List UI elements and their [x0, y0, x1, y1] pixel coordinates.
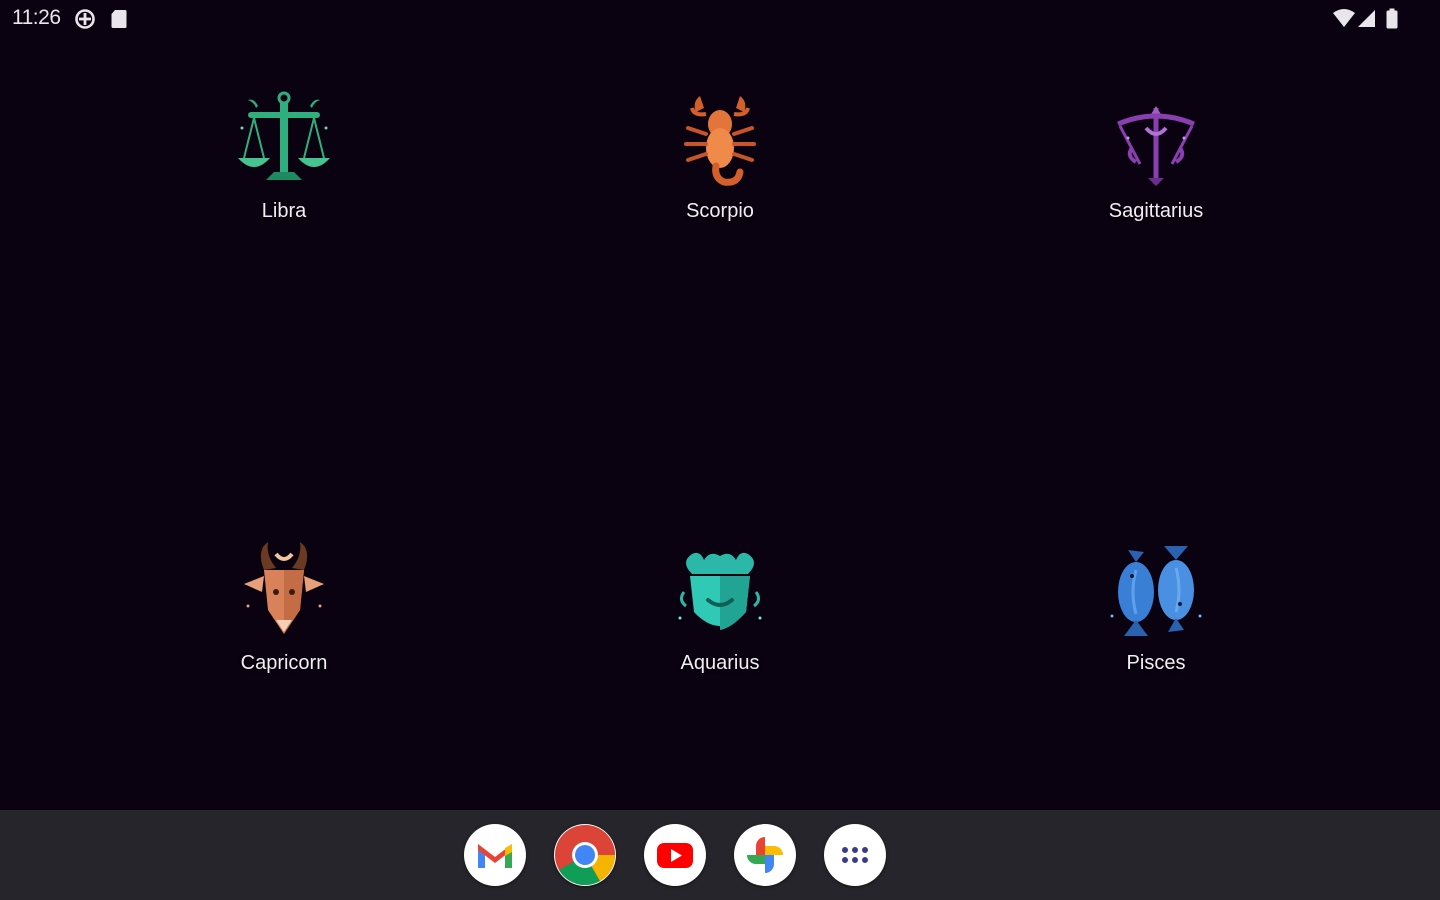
cell-signal-icon [1357, 8, 1377, 35]
app-label: Pisces [1126, 652, 1186, 674]
app-label: Libra [261, 200, 307, 222]
app-drawer-icon[interactable] [824, 824, 886, 886]
status-bar: 11:26 [0, 0, 1440, 40]
home-screen: 11:26 Libra Scorpio Sagittarius Capricor… [0, 0, 1440, 900]
data-saver-icon [74, 8, 96, 35]
status-time: 11:26 [12, 6, 61, 29]
app-pisces[interactable]: Pisces [1056, 540, 1256, 690]
capricorn-goat-icon [234, 540, 334, 640]
aquarius-icon [670, 540, 770, 640]
app-label: Capricorn [240, 652, 328, 674]
sagittarius-bow-icon [1106, 88, 1206, 188]
app-sagittarius[interactable]: Sagittarius [1056, 88, 1256, 238]
libra-scales-icon [234, 88, 334, 188]
app-label: Sagittarius [1108, 200, 1204, 222]
app-label: Scorpio [686, 200, 754, 222]
chrome-icon[interactable] [554, 824, 616, 886]
youtube-icon[interactable] [644, 824, 706, 886]
app-capricorn[interactable]: Capricorn [184, 540, 384, 690]
scorpio-scorpion-icon [670, 88, 770, 188]
app-aquarius[interactable]: Aquarius [620, 540, 820, 690]
app-scorpio[interactable]: Scorpio [620, 88, 820, 238]
sd-card-icon [110, 8, 128, 35]
app-libra[interactable]: Libra [184, 88, 384, 238]
pisces-fish-icon [1106, 540, 1206, 640]
gmail-icon[interactable] [464, 824, 526, 886]
dock [0, 810, 1440, 900]
app-label: Aquarius [680, 652, 760, 674]
photos-icon[interactable] [734, 824, 796, 886]
wifi-icon [1332, 8, 1356, 35]
battery-icon [1385, 8, 1399, 35]
